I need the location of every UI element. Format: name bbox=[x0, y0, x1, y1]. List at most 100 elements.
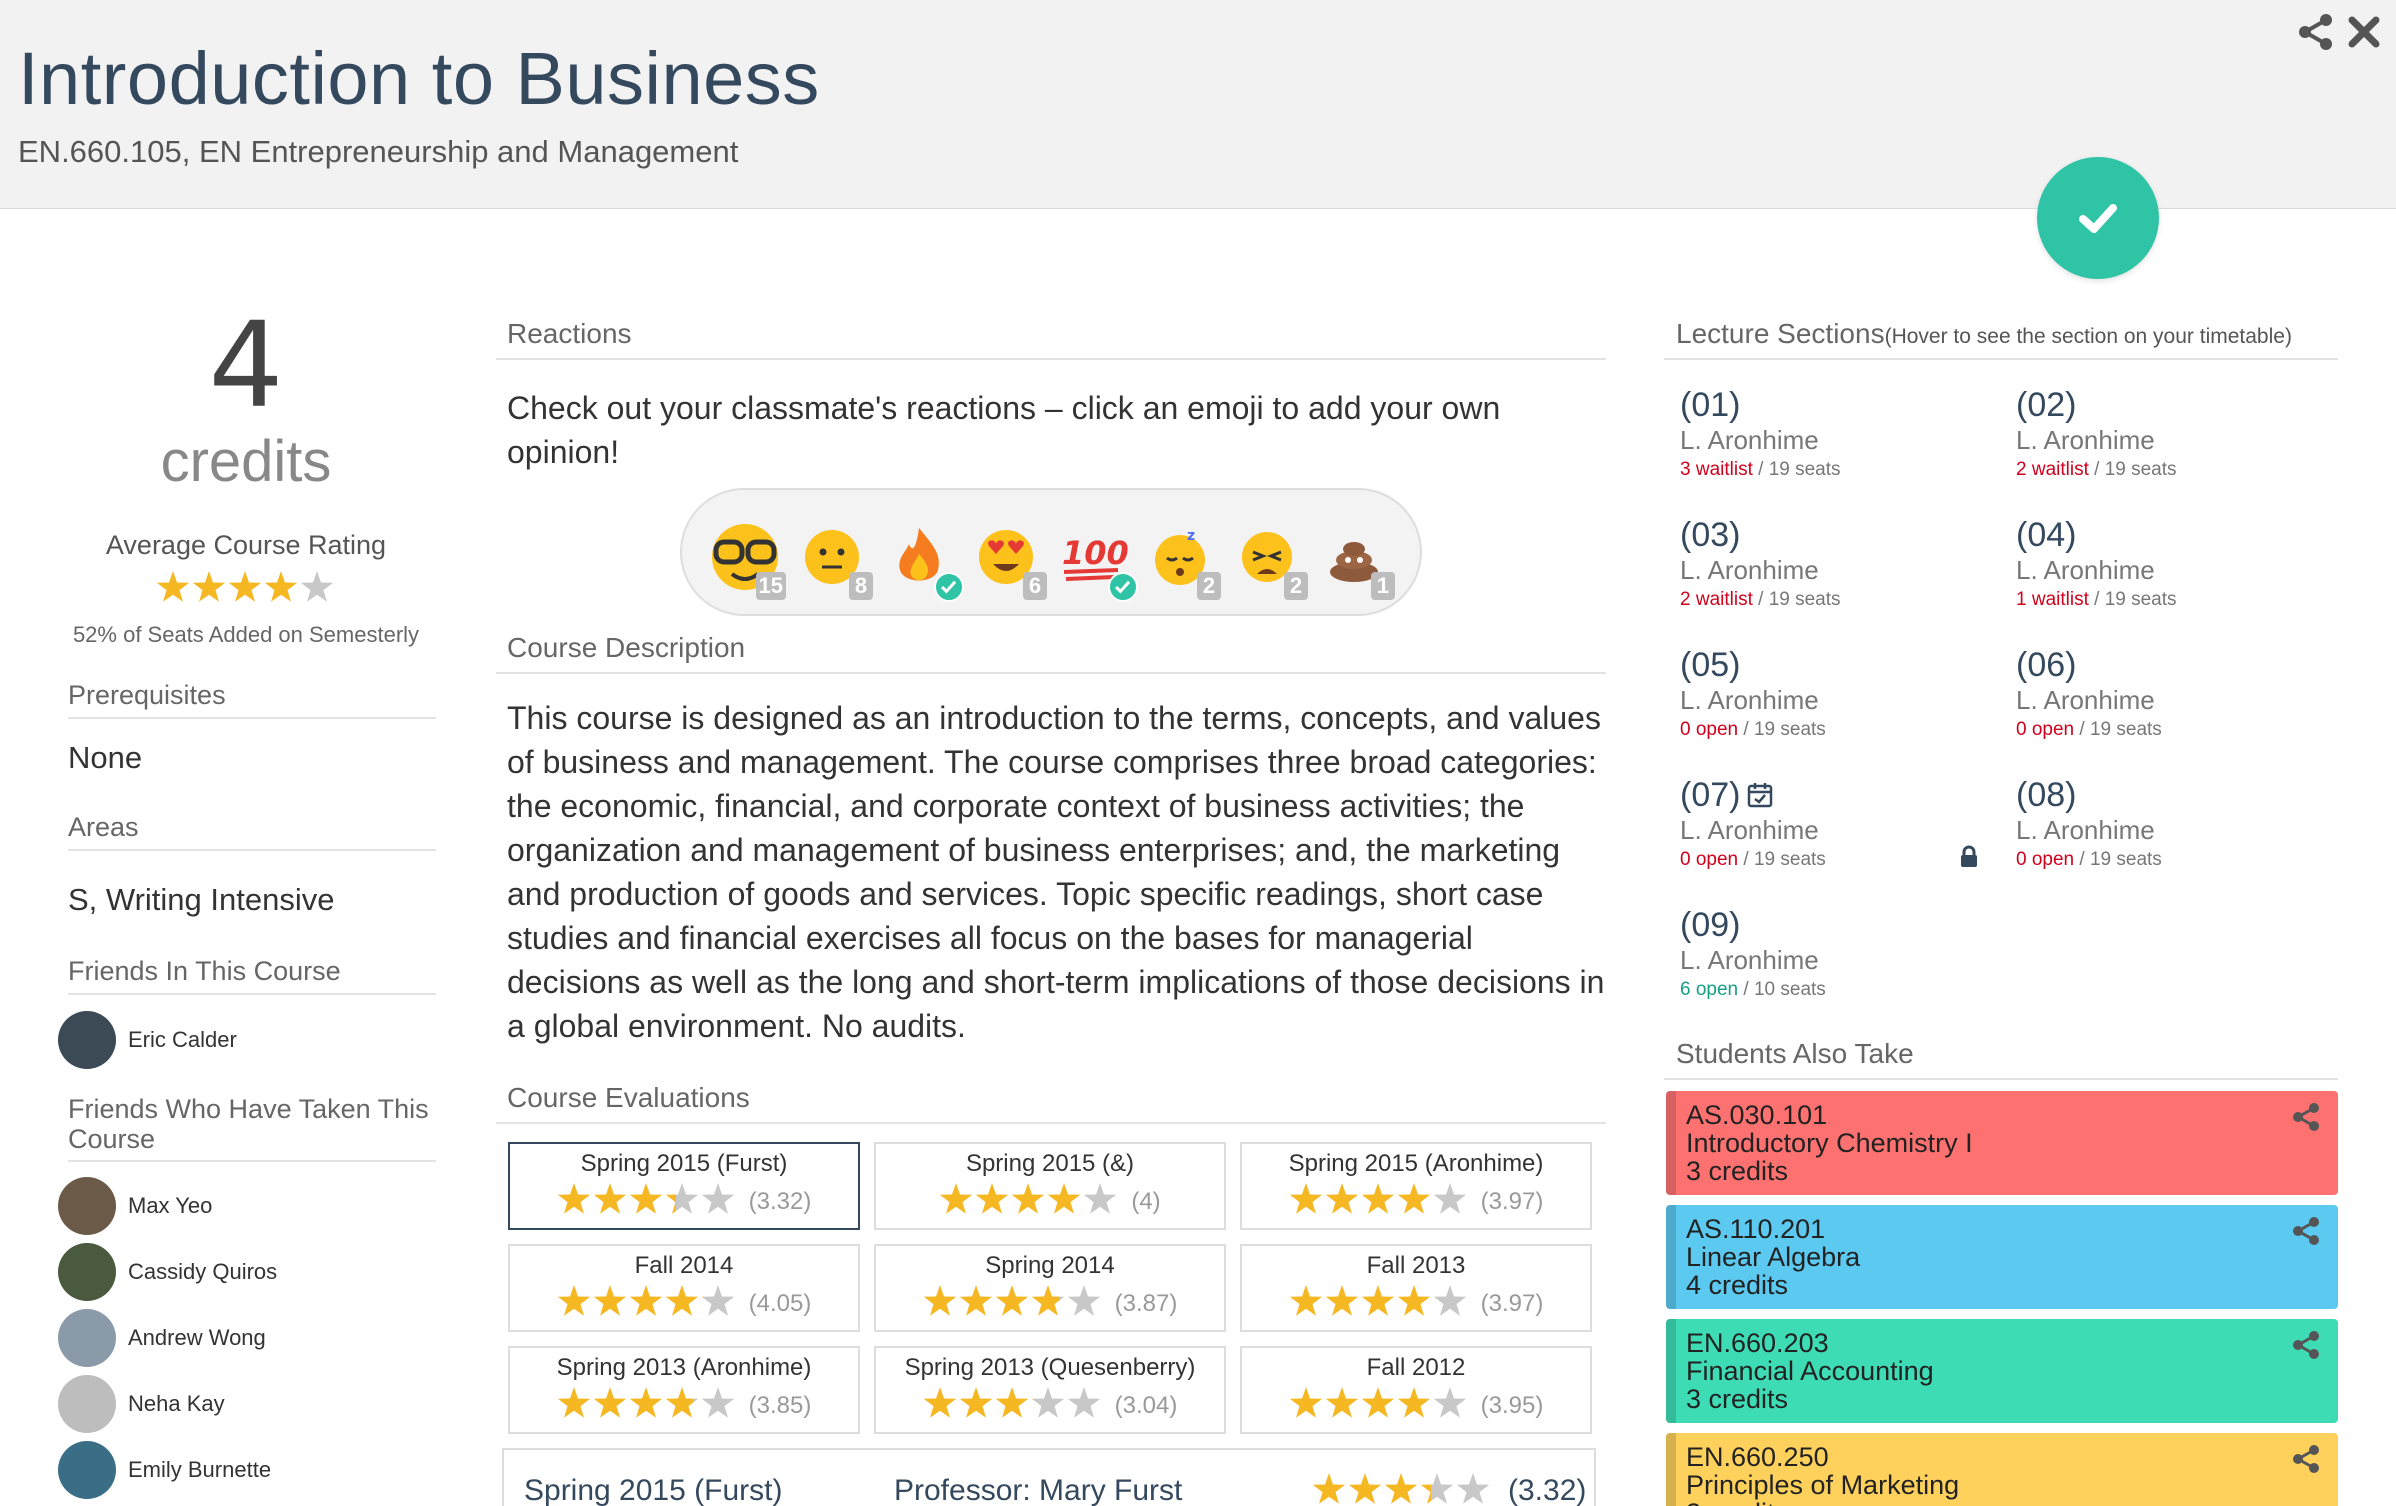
added-to-timetable-button[interactable] bbox=[2037, 157, 2159, 279]
reactions-heading: Reactions bbox=[496, 318, 1606, 360]
weary-face-icon[interactable]: 2 bbox=[1230, 520, 1308, 600]
section-availability: 2 waitlist bbox=[2016, 459, 2089, 480]
heart-eyes-icon[interactable]: 6 bbox=[969, 520, 1047, 600]
section-professor: L. Aronhime bbox=[2016, 555, 2155, 585]
evaluation-stars bbox=[1289, 1284, 1467, 1323]
evaluation-detail-stars bbox=[1312, 1472, 1490, 1506]
friends-taken-heading: Friends Who Have Taken This Course bbox=[68, 1094, 436, 1162]
related-course-card[interactable]: AS.110.201 Linear Algebra 4 credits bbox=[1666, 1205, 2338, 1309]
section-id: (07) bbox=[1680, 776, 1741, 814]
section-professor: L. Aronhime bbox=[1680, 815, 1819, 845]
areas-heading: Areas bbox=[68, 812, 436, 851]
lecture-sections-heading: Lecture Sections(Hover to see the sectio… bbox=[1664, 318, 2338, 360]
evaluation-card[interactable]: Spring 2013 (Quesenberry) (3.04) bbox=[874, 1346, 1226, 1434]
friend-item[interactable]: Neha Kay bbox=[58, 1374, 225, 1434]
share-icon[interactable] bbox=[2290, 1329, 2322, 1361]
evaluation-stars bbox=[557, 1386, 735, 1425]
related-course-name: Introductory Chemistry I bbox=[1686, 1128, 1973, 1158]
evaluation-card[interactable]: Fall 2013 (3.97) bbox=[1240, 1244, 1592, 1332]
related-course-credits: 3 credits bbox=[1686, 1384, 1789, 1414]
section-id: (03) bbox=[1680, 516, 1741, 554]
neutral-face-icon[interactable]: 8 bbox=[795, 520, 873, 600]
friend-name: Eric Calder bbox=[128, 1027, 237, 1052]
fire-icon[interactable] bbox=[882, 520, 964, 602]
reaction-count: 1 bbox=[1371, 572, 1395, 600]
reaction-count: 6 bbox=[1023, 572, 1047, 600]
sleepy-face-icon[interactable]: z 2 bbox=[1143, 520, 1221, 600]
lecture-section[interactable]: (09) L. Aronhime 6 open / 10 seats bbox=[1680, 906, 2000, 1004]
evaluation-card[interactable]: Spring 2013 (Aronhime) (3.85) bbox=[508, 1346, 860, 1434]
related-course-credits: 3 credits bbox=[1686, 1499, 1788, 1506]
section-availability: 1 waitlist bbox=[2016, 589, 2089, 610]
prerequisites-value: None bbox=[68, 740, 143, 775]
share-icon[interactable] bbox=[2290, 1101, 2322, 1133]
evaluation-score: (4) bbox=[1131, 1187, 1161, 1215]
lecture-section[interactable]: (05) L. Aronhime 0 open / 19 seats bbox=[1680, 646, 2000, 744]
evaluation-term: Fall 2013 bbox=[1366, 1252, 1466, 1279]
share-icon[interactable] bbox=[2290, 1443, 2322, 1475]
poop-icon[interactable]: 1 bbox=[1317, 520, 1395, 600]
lecture-sections-label: Lecture Sections bbox=[1676, 318, 1885, 349]
related-course-code: EN.660.203 bbox=[1686, 1328, 1829, 1358]
evaluation-card[interactable]: Spring 2014 (3.87) bbox=[874, 1244, 1226, 1332]
share-icon[interactable] bbox=[2296, 12, 2336, 52]
evaluation-stars bbox=[923, 1284, 1101, 1323]
lecture-section[interactable]: (06) L. Aronhime 0 open / 19 seats bbox=[2016, 646, 2336, 744]
evaluation-detail-professor: Professor: Mary Furst bbox=[894, 1474, 1183, 1506]
evaluation-term: Fall 2012 bbox=[1366, 1354, 1466, 1381]
calendar-check-icon bbox=[1748, 783, 1773, 808]
related-course-card[interactable]: EN.660.203 Financial Accounting 3 credit… bbox=[1666, 1319, 2338, 1423]
avatar bbox=[58, 1309, 116, 1367]
evaluation-card[interactable]: Spring 2015 (Furst) (3.32) bbox=[508, 1142, 860, 1230]
friend-item[interactable]: Eric Calder bbox=[58, 1010, 237, 1070]
related-course-card[interactable]: EN.660.250 Principles of Marketing 3 cre… bbox=[1666, 1433, 2338, 1506]
evaluation-card[interactable]: Spring 2015 (&) (4) bbox=[874, 1142, 1226, 1230]
friends-in-course-heading: Friends In This Course bbox=[68, 956, 436, 995]
friend-item[interactable]: Cassidy Quiros bbox=[58, 1242, 277, 1302]
section-availability: 6 open bbox=[1680, 979, 1739, 1000]
lecture-section[interactable]: (08) L. Aronhime 0 open / 19 seats bbox=[2016, 776, 2336, 874]
section-availability: 0 open bbox=[1680, 849, 1739, 870]
evaluation-stars bbox=[1289, 1386, 1467, 1425]
nerd-face-icon[interactable]: 15 bbox=[708, 520, 786, 600]
related-course-card[interactable]: AS.030.101 Introductory Chemistry I 3 cr… bbox=[1666, 1091, 2338, 1195]
evaluation-term: Spring 2015 (Furst) bbox=[580, 1150, 788, 1177]
close-icon[interactable] bbox=[2344, 12, 2384, 52]
svg-text:100: 100 bbox=[1062, 534, 1129, 572]
evaluation-card[interactable]: Spring 2015 (Aronhime) (3.97) bbox=[1240, 1142, 1592, 1230]
lecture-section[interactable]: (02) L. Aronhime 2 waitlist / 19 seats bbox=[2016, 386, 2336, 484]
section-professor: L. Aronhime bbox=[2016, 815, 2155, 845]
friend-name: Neha Kay bbox=[128, 1391, 225, 1416]
evaluation-score: (3.97) bbox=[1480, 1289, 1544, 1317]
average-rating-stars bbox=[156, 570, 334, 609]
hundred-points-icon[interactable]: 100 bbox=[1056, 520, 1138, 602]
evaluation-detail: Spring 2015 (Furst) Professor: Mary Furs… bbox=[502, 1448, 1596, 1506]
reaction-count: 2 bbox=[1284, 572, 1308, 600]
share-icon[interactable] bbox=[2290, 1215, 2322, 1247]
lock-icon bbox=[1958, 845, 1980, 869]
friend-name: Max Yeo bbox=[128, 1193, 213, 1218]
friend-item[interactable]: Emily Burnette bbox=[58, 1440, 271, 1500]
section-capacity: / 10 seats bbox=[1738, 979, 1826, 1000]
section-id: (04) bbox=[2016, 516, 2077, 554]
evaluation-card[interactable]: Fall 2012 (3.95) bbox=[1240, 1346, 1592, 1434]
section-capacity: / 19 seats bbox=[2074, 849, 2162, 870]
lecture-section[interactable]: (04) L. Aronhime 1 waitlist / 19 seats bbox=[2016, 516, 2336, 614]
evaluation-detail-score: (3.32) bbox=[1508, 1474, 1587, 1506]
friend-item[interactable]: Andrew Wong bbox=[58, 1308, 266, 1368]
section-professor: L. Aronhime bbox=[1680, 945, 1819, 975]
lecture-section[interactable]: (03) L. Aronhime 2 waitlist / 19 seats bbox=[1680, 516, 2000, 614]
section-id: (05) bbox=[1680, 646, 1741, 684]
evaluation-detail-term: Spring 2015 (Furst) bbox=[524, 1474, 783, 1506]
friend-item[interactable]: Max Yeo bbox=[58, 1176, 212, 1236]
selected-check-icon bbox=[934, 572, 964, 602]
evaluation-term: Spring 2015 (Aronhime) bbox=[1288, 1150, 1544, 1177]
lecture-section[interactable]: (01) L. Aronhime 3 waitlist / 19 seats bbox=[1680, 386, 2000, 484]
section-availability: 3 waitlist bbox=[1680, 459, 1753, 480]
lecture-section[interactable]: (07) L. Aronhime 0 open / 19 seats bbox=[1680, 776, 2000, 874]
credits-number: 4 bbox=[208, 296, 284, 434]
evaluation-card[interactable]: Fall 2014 (4.05) bbox=[508, 1244, 860, 1332]
evaluation-score: (3.04) bbox=[1114, 1391, 1178, 1419]
section-professor: L. Aronhime bbox=[1680, 555, 1819, 585]
evaluation-score: (3.97) bbox=[1480, 1187, 1544, 1215]
